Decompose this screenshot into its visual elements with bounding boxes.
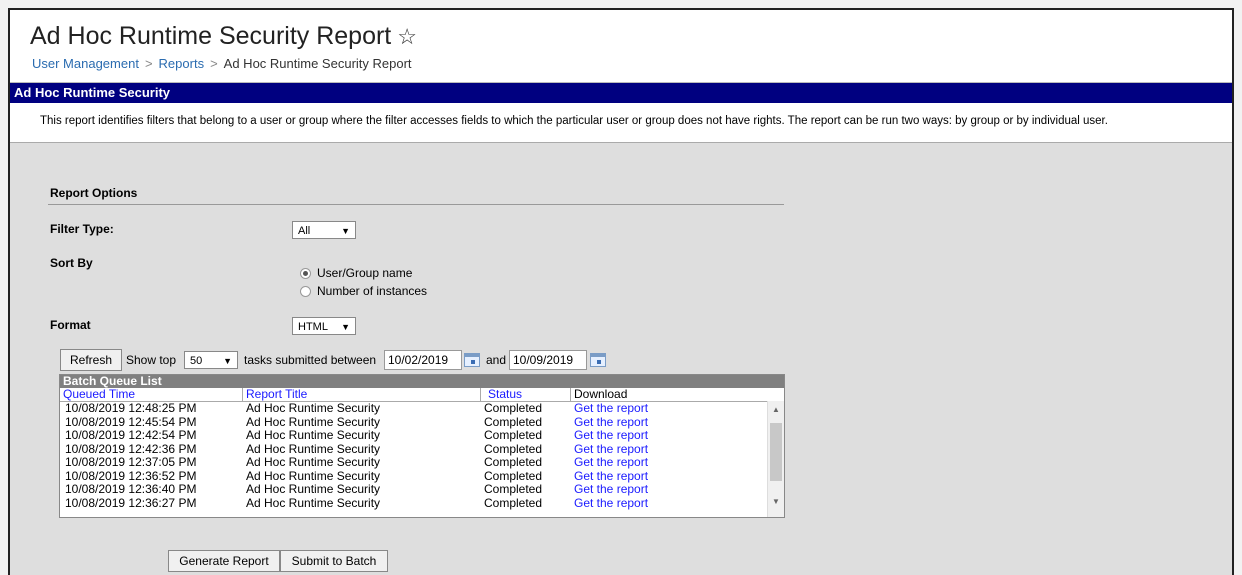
queue-scrollbar[interactable]: ▲ ▼	[767, 401, 784, 517]
cell-status: Completed	[484, 482, 543, 496]
page-title-text: Ad Hoc Runtime Security Report	[30, 22, 392, 50]
get-report-link[interactable]: Get the report	[574, 402, 648, 415]
filter-type-label: Filter Type:	[50, 222, 114, 236]
table-row: 10/08/2019 12:36:52 PM Ad Hoc Runtime Se…	[60, 468, 784, 484]
generate-report-button[interactable]: Generate Report	[168, 550, 280, 572]
calendar-icon[interactable]	[590, 353, 606, 367]
table-row: 10/08/2019 12:42:36 PM Ad Hoc Runtime Se…	[60, 441, 784, 457]
breadcrumb-user-management[interactable]: User Management	[32, 56, 139, 71]
format-value: HTML	[298, 321, 328, 333]
cell-queued-time: 10/08/2019 12:42:54 PM	[65, 428, 197, 442]
submit-to-batch-button[interactable]: Submit to Batch	[280, 550, 388, 572]
page-title: Ad Hoc Runtime Security Report ☆	[30, 22, 417, 51]
sort-option-user-group[interactable]: User/Group name	[300, 266, 412, 280]
report-options-divider	[48, 204, 784, 205]
format-label: Format	[50, 318, 91, 332]
end-date-input[interactable]: 10/09/2019	[509, 350, 587, 370]
cell-report-title: Ad Hoc Runtime Security	[246, 455, 381, 469]
dropdown-arrow-icon: ▼	[223, 356, 232, 366]
get-report-link[interactable]: Get the report	[574, 415, 648, 429]
report-options-heading: Report Options	[50, 186, 138, 200]
cell-queued-time: 10/08/2019 12:37:05 PM	[65, 455, 197, 469]
cell-report-title: Ad Hoc Runtime Security	[246, 401, 381, 415]
section-title-bar: Ad Hoc Runtime Security	[10, 83, 1232, 103]
scroll-down-icon[interactable]: ▼	[768, 497, 784, 506]
dropdown-arrow-icon: ▼	[341, 322, 350, 332]
cell-status: Completed	[484, 401, 543, 415]
table-row: 10/08/2019 12:45:54 PM Ad Hoc Runtime Se…	[60, 414, 784, 430]
column-divider	[480, 388, 481, 401]
breadcrumb-current: Ad Hoc Runtime Security Report	[223, 56, 412, 71]
table-row: 10/08/2019 12:42:54 PM Ad Hoc Runtime Se…	[60, 429, 784, 443]
star-icon[interactable]: ☆	[397, 24, 417, 49]
cell-report-title: Ad Hoc Runtime Security	[246, 414, 381, 429]
table-row: 10/08/2019 12:48:25 PM Ad Hoc Runtime Se…	[60, 402, 784, 416]
show-top-label: Show top	[126, 353, 177, 367]
cell-status: Completed	[484, 468, 543, 483]
scroll-up-icon[interactable]: ▲	[768, 405, 784, 414]
cell-queued-time: 10/08/2019 12:48:25 PM	[65, 401, 197, 415]
batch-queue-title: Batch Queue List	[60, 375, 784, 388]
cell-status: Completed	[484, 495, 543, 510]
cell-queued-time: 10/08/2019 12:36:40 PM	[65, 482, 197, 496]
batch-queue-rows: 10/08/2019 12:48:25 PM Ad Hoc Runtime Se…	[60, 402, 784, 510]
breadcrumb: User Management > Reports > Ad Hoc Runtime S…	[32, 56, 412, 71]
table-row: 10/08/2019 12:37:05 PM Ad Hoc Runtime Se…	[60, 456, 784, 470]
table-row: 10/08/2019 12:36:27 PM Ad Hoc Runtime Se…	[60, 495, 784, 511]
format-select[interactable]: HTML ▼	[292, 317, 356, 335]
filter-type-value: All	[298, 225, 311, 237]
between-label: tasks submitted between	[244, 353, 377, 367]
column-header-download: Download	[574, 387, 628, 401]
chevron-right-icon: >	[144, 56, 153, 71]
get-report-link[interactable]: Get the report	[574, 429, 648, 442]
scroll-thumb[interactable]	[770, 423, 782, 481]
get-report-link[interactable]: Get the report	[574, 469, 648, 483]
cell-status: Completed	[484, 428, 543, 442]
show-top-select[interactable]: 50 ▼	[184, 351, 238, 369]
cell-report-title: Ad Hoc Runtime Security	[246, 468, 381, 483]
get-report-link[interactable]: Get the report	[574, 456, 648, 469]
sort-option-instances[interactable]: Number of instances	[300, 284, 427, 298]
cell-queued-time: 10/08/2019 12:36:52 PM	[65, 468, 197, 483]
cell-queued-time: 10/08/2019 12:36:27 PM	[65, 495, 197, 510]
refresh-button[interactable]: Refresh	[60, 349, 122, 371]
batch-queue-header: Queued Time Report Title Status Download	[60, 388, 784, 402]
column-header-queued-time[interactable]: Queued Time	[63, 388, 135, 401]
cell-status: Completed	[484, 441, 543, 456]
table-row: 10/08/2019 12:36:40 PM Ad Hoc Runtime Se…	[60, 483, 784, 497]
column-divider	[570, 388, 571, 401]
cell-report-title: Ad Hoc Runtime Security	[246, 441, 381, 456]
cell-report-title: Ad Hoc Runtime Security	[246, 495, 381, 510]
get-report-link[interactable]: Get the report	[574, 442, 648, 456]
show-top-value: 50	[190, 355, 203, 367]
start-date-input[interactable]: 10/02/2019	[384, 350, 462, 370]
and-label: and	[486, 353, 507, 367]
cell-report-title: Ad Hoc Runtime Security	[246, 482, 381, 496]
cell-report-title: Ad Hoc Runtime Security	[246, 428, 381, 442]
cell-status: Completed	[484, 455, 543, 469]
get-report-link[interactable]: Get the report	[574, 496, 648, 510]
cell-status: Completed	[484, 414, 543, 429]
chevron-right-icon: >	[210, 56, 218, 71]
calendar-icon[interactable]	[464, 353, 480, 367]
page-header: Ad Hoc Runtime Security Report ☆ User Man…	[10, 10, 1232, 83]
sort-option-label: Number of instances	[317, 284, 428, 298]
filter-type-select[interactable]: All ▼	[292, 221, 356, 239]
cell-queued-time: 10/08/2019 12:45:54 PM	[65, 414, 197, 429]
column-divider	[242, 388, 243, 401]
get-report-link[interactable]: Get the report	[574, 483, 648, 496]
report-window: Ad Hoc Runtime Security Report ☆ User Man…	[8, 8, 1234, 575]
breadcrumb-reports[interactable]: Reports	[159, 56, 205, 71]
sort-by-label: Sort By	[50, 256, 93, 270]
report-description: This report identifies filters that belo…	[10, 103, 1232, 143]
batch-queue-list: Batch Queue List Queued Time Report Titl…	[59, 374, 785, 518]
sort-option-label: User/Group name	[317, 266, 413, 280]
column-header-status[interactable]: Status	[488, 388, 522, 401]
cell-queued-time: 10/08/2019 12:42:36 PM	[65, 441, 197, 456]
column-header-report-title[interactable]: Report Title	[246, 388, 307, 401]
radio-selected-icon[interactable]	[300, 267, 311, 279]
radio-unselected-icon[interactable]	[300, 285, 311, 297]
dropdown-arrow-icon: ▼	[341, 226, 350, 236]
